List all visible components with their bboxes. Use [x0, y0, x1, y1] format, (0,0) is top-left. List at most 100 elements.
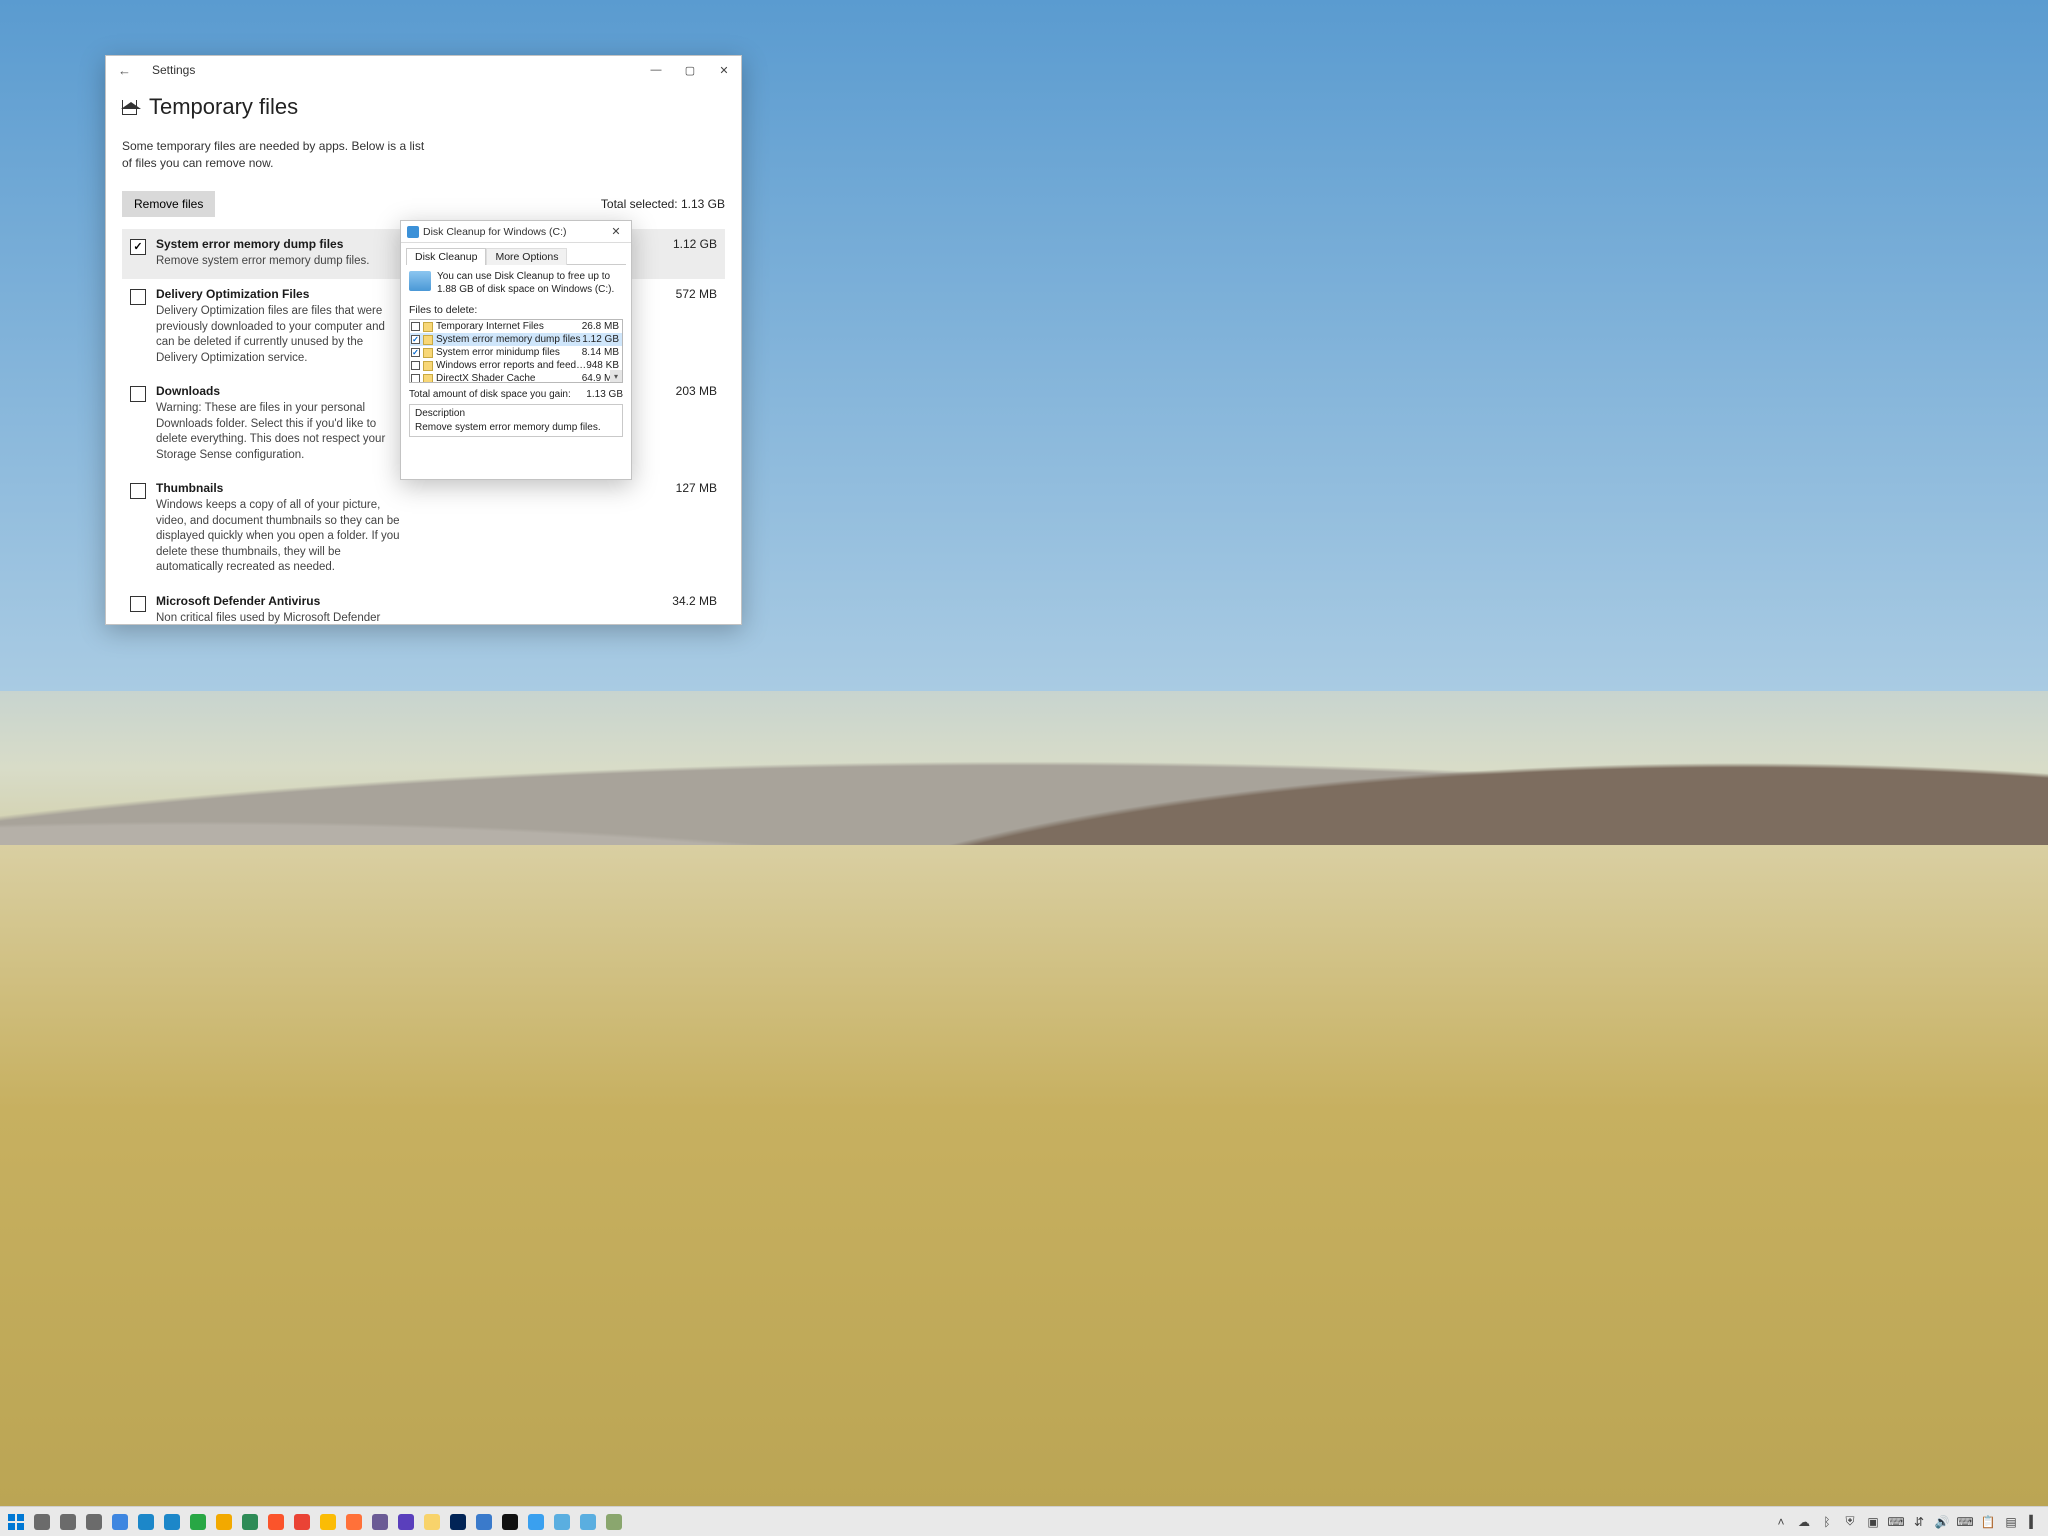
- start-icon[interactable]: [4, 1510, 28, 1534]
- row-size: 26.8 MB: [582, 321, 621, 332]
- cleanup-row[interactable]: DirectX Shader Cache64.9 MB: [410, 372, 622, 383]
- brave-icon[interactable]: [264, 1510, 288, 1534]
- row-size: 8.14 MB: [582, 347, 621, 358]
- photos-icon[interactable]: [524, 1510, 548, 1534]
- edge-icon[interactable]: [134, 1510, 158, 1534]
- item-desc: Remove system error memory dump files.: [156, 254, 406, 270]
- file-icon: [423, 348, 433, 358]
- app1-icon[interactable]: [108, 1510, 132, 1534]
- cmd-icon[interactable]: [498, 1510, 522, 1534]
- bluetooth-icon[interactable]: ᛒ: [1817, 1511, 1837, 1533]
- chrome-icon[interactable]: [290, 1510, 314, 1534]
- edge-beta-icon[interactable]: [160, 1510, 184, 1534]
- checkbox[interactable]: [130, 289, 146, 305]
- item-desc: Warning: These are files in your persona…: [156, 401, 406, 463]
- row-name: DirectX Shader Cache: [436, 373, 582, 383]
- firefox-dev-icon[interactable]: [368, 1510, 392, 1534]
- row-name: Windows error reports and feedback di…: [436, 360, 586, 371]
- checkbox[interactable]: [411, 361, 420, 370]
- description-text: Remove system error memory dump files.: [415, 422, 617, 433]
- item-name: Microsoft Defender Antivirus: [156, 594, 320, 608]
- item-size: 127 MB: [676, 481, 717, 495]
- clipboard-icon[interactable]: 📋: [1978, 1511, 1998, 1533]
- folder-green-icon[interactable]: [238, 1510, 262, 1534]
- file-icon: [423, 374, 433, 384]
- maximize-button[interactable]: ▢: [673, 56, 707, 84]
- checkbox[interactable]: [411, 374, 420, 383]
- cleanup-row[interactable]: System error memory dump files1.12 GB: [410, 333, 622, 346]
- back-button[interactable]: ←: [118, 63, 140, 78]
- file-icon: [423, 361, 433, 371]
- disk-cleanup-window: Disk Cleanup for Windows (C:) ✕ Disk Cle…: [400, 220, 632, 480]
- defender-icon[interactable]: ⛨: [1840, 1511, 1860, 1533]
- cast-icon[interactable]: ▣: [1863, 1511, 1883, 1533]
- keyboard-icon[interactable]: ⌨: [1886, 1511, 1906, 1533]
- scroll-down-button[interactable]: ▾: [610, 370, 622, 382]
- temp-file-item[interactable]: Microsoft Defender Antivirus34.2 MBNon c…: [122, 586, 725, 624]
- chevron-up-icon[interactable]: ˄: [1771, 1511, 1791, 1533]
- home-icon[interactable]: [122, 100, 137, 115]
- temp-file-item[interactable]: Thumbnails127 MBWindows keeps a copy of …: [122, 473, 725, 586]
- item-name: System error memory dump files: [156, 237, 343, 251]
- volume-icon[interactable]: 🔊: [1932, 1511, 1952, 1533]
- close-button[interactable]: ✕: [605, 221, 627, 243]
- checkbox[interactable]: [411, 335, 420, 344]
- checkbox[interactable]: [130, 596, 146, 612]
- disk-icon: [409, 271, 431, 291]
- sticky-icon[interactable]: [550, 1510, 574, 1534]
- item-desc: Windows keeps a copy of all of your pict…: [156, 498, 406, 576]
- page-title: Temporary files: [149, 94, 298, 120]
- file-icon: [423, 335, 433, 345]
- cleanup-top-text: You can use Disk Cleanup to free up to 1…: [437, 271, 623, 296]
- recycle-icon[interactable]: [602, 1510, 626, 1534]
- cleanup-title: Disk Cleanup for Windows (C:): [423, 226, 567, 238]
- total-selected: Total selected: 1.13 GB: [601, 197, 725, 211]
- cleanup-file-list[interactable]: Temporary Internet Files26.8 MBSystem er…: [409, 319, 623, 383]
- minimize-button[interactable]: —: [639, 56, 673, 84]
- item-size: 572 MB: [676, 287, 717, 301]
- network-icon[interactable]: ⇵: [1909, 1511, 1929, 1533]
- settings-app-name: Settings: [152, 63, 195, 77]
- cleanup-titlebar[interactable]: Disk Cleanup for Windows (C:) ✕: [401, 221, 631, 243]
- tab-disk-cleanup[interactable]: Disk Cleanup: [406, 248, 486, 265]
- task-view-icon[interactable]: [30, 1510, 54, 1534]
- firefox-icon[interactable]: [342, 1510, 366, 1534]
- action-center-icon[interactable]: ▤: [2001, 1511, 2021, 1533]
- store-icon[interactable]: [82, 1510, 106, 1534]
- checkbox[interactable]: [411, 348, 420, 357]
- cleanup-row[interactable]: Temporary Internet Files26.8 MB: [410, 320, 622, 333]
- checkbox[interactable]: [130, 483, 146, 499]
- taskbar-pinned: [4, 1510, 626, 1534]
- edge-canary-icon[interactable]: [212, 1510, 236, 1534]
- settings-icon[interactable]: [56, 1510, 80, 1534]
- row-name: System error memory dump files: [436, 334, 582, 345]
- files-to-delete-label: Files to delete:: [409, 304, 623, 316]
- gain-label: Total amount of disk space you gain:: [409, 389, 571, 400]
- cleanup-row[interactable]: System error minidump files8.14 MB: [410, 346, 622, 359]
- checkbox[interactable]: [130, 386, 146, 402]
- close-button[interactable]: ✕: [707, 56, 741, 84]
- taskbar: ˄☁ᛒ⛨▣⌨⇵🔊⌨📋▤▍: [0, 1506, 2048, 1536]
- chrome-canary-icon[interactable]: [316, 1510, 340, 1534]
- cleanup-tabs: Disk Cleanup More Options: [406, 247, 626, 265]
- row-name: System error minidump files: [436, 347, 582, 358]
- settings-titlebar[interactable]: ← Settings — ▢ ✕: [106, 56, 741, 84]
- item-desc: Non critical files used by Microsoft Def…: [156, 611, 406, 624]
- firefox-nightly-icon[interactable]: [394, 1510, 418, 1534]
- edge-dev-icon[interactable]: [186, 1510, 210, 1534]
- description-label: Description: [415, 408, 617, 419]
- checkbox[interactable]: [411, 322, 420, 331]
- remove-files-button[interactable]: Remove files: [122, 191, 215, 217]
- app2-icon[interactable]: [576, 1510, 600, 1534]
- disk-cleanup-icon: [407, 226, 419, 238]
- tab-more-options[interactable]: More Options: [486, 248, 567, 265]
- powershell-icon[interactable]: [446, 1510, 470, 1534]
- onedrive-icon[interactable]: ☁: [1794, 1511, 1814, 1533]
- item-name: Downloads: [156, 384, 220, 398]
- checkbox[interactable]: [130, 239, 146, 255]
- file-explorer-icon[interactable]: [420, 1510, 444, 1534]
- mail-icon[interactable]: [472, 1510, 496, 1534]
- language-icon[interactable]: ⌨: [1955, 1511, 1975, 1533]
- cleanup-row[interactable]: Windows error reports and feedback di…94…: [410, 359, 622, 372]
- show-desktop-icon[interactable]: ▍: [2024, 1511, 2044, 1533]
